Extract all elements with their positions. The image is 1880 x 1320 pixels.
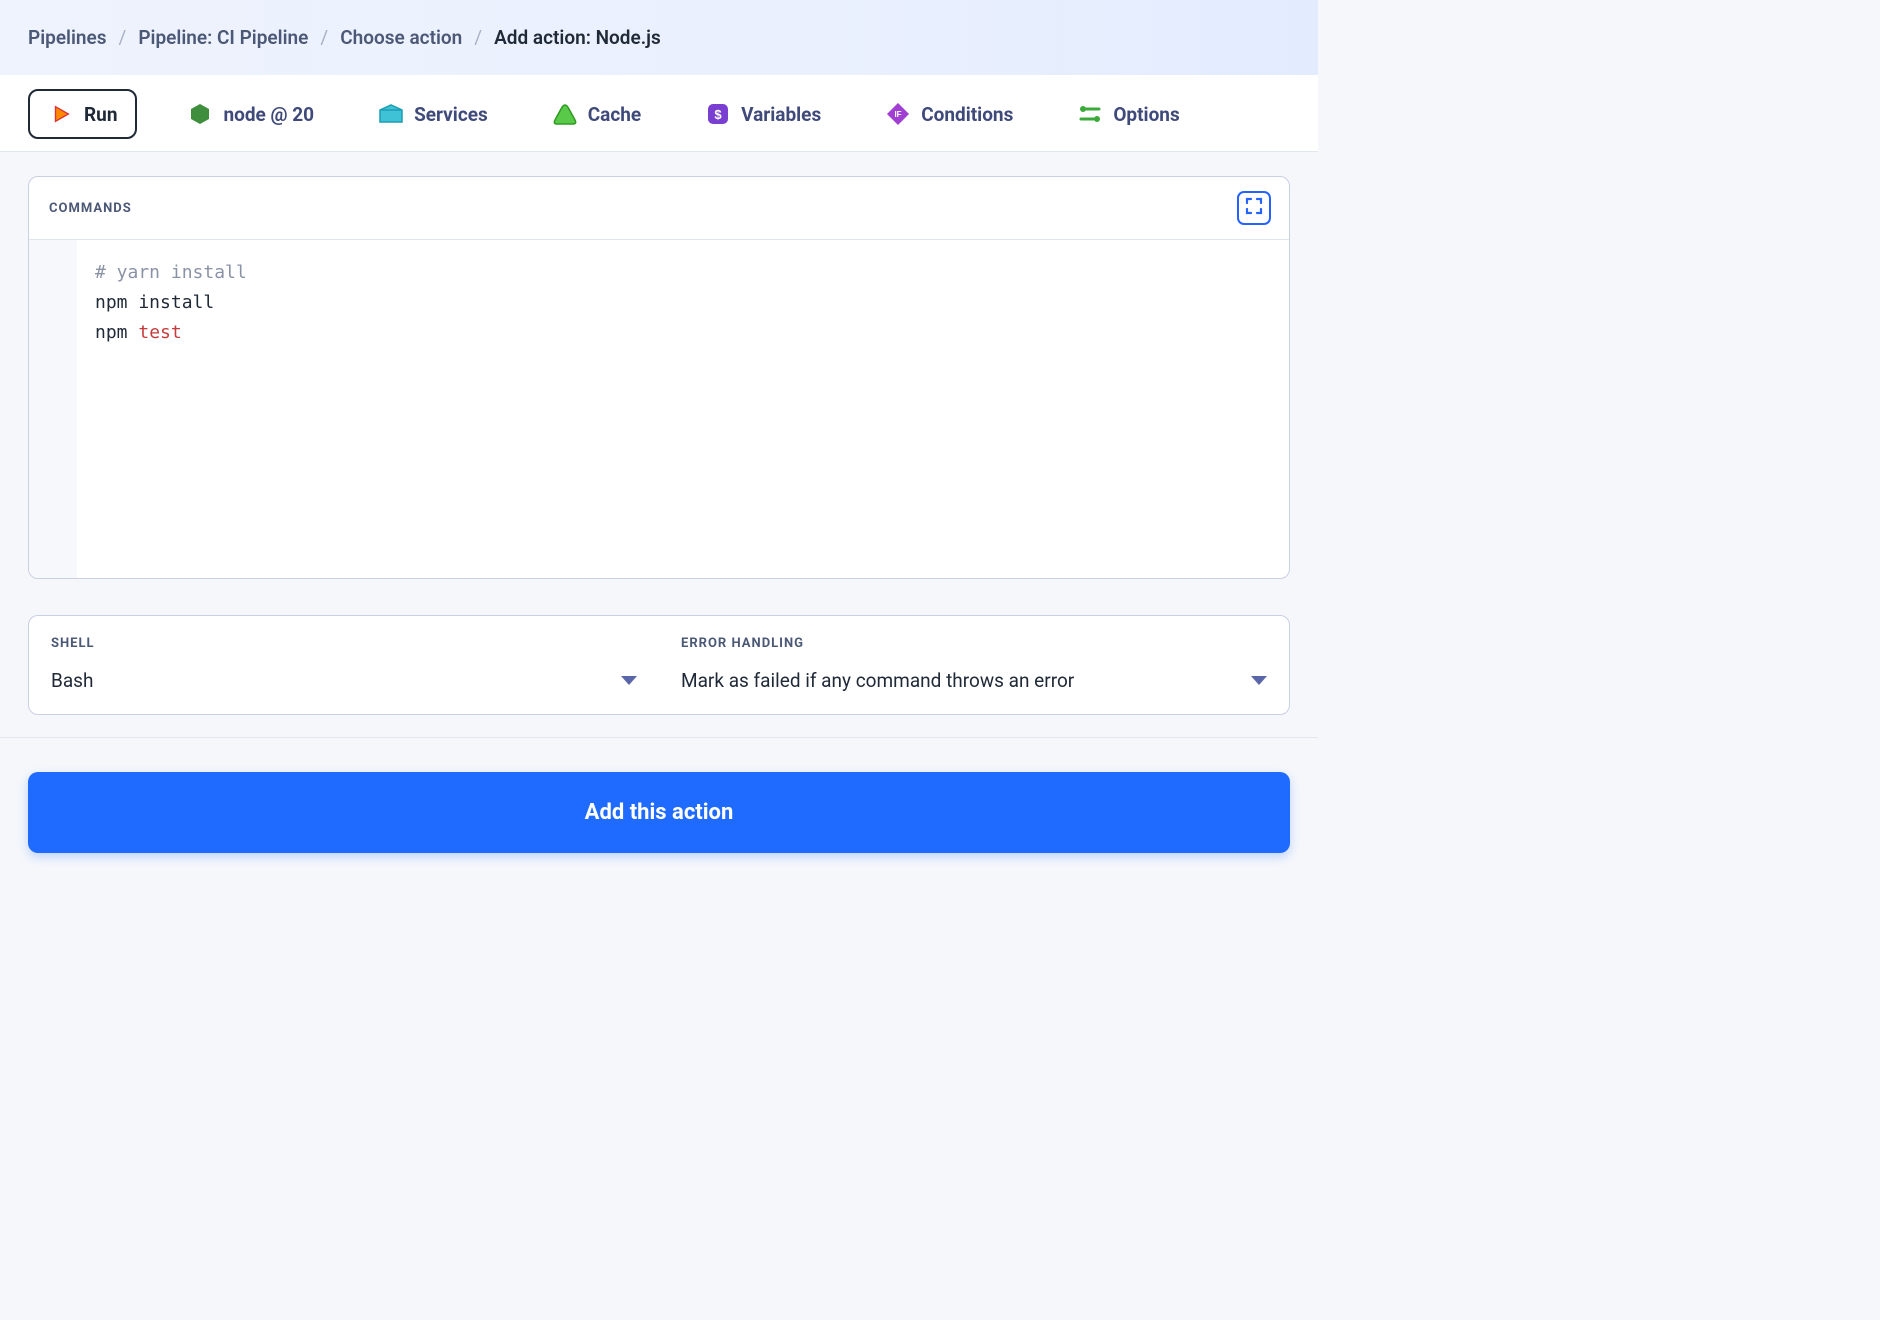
commands-header: COMMANDS	[29, 177, 1289, 240]
main-content: COMMANDS # yarn install npm install npm …	[0, 152, 1318, 715]
tab-services[interactable]: Services	[364, 91, 502, 137]
expand-icon	[1244, 196, 1264, 220]
sliders-icon	[1077, 101, 1103, 127]
hexagon-icon	[187, 101, 213, 127]
code-content: # yarn install npm install npm test	[77, 240, 265, 578]
code-line-2: npm install	[95, 292, 214, 313]
code-line-3a: npm	[95, 322, 138, 343]
commands-panel: COMMANDS # yarn install npm install npm …	[28, 176, 1290, 579]
diamond-if-icon: IF	[885, 101, 911, 127]
tab-conditions-label: Conditions	[921, 103, 1013, 126]
tab-run[interactable]: Run	[28, 89, 137, 139]
footer: Add this action	[0, 737, 1318, 887]
breadcrumb: Pipelines / Pipeline: CI Pipeline / Choo…	[0, 0, 1318, 75]
tab-options-label: Options	[1113, 103, 1179, 126]
editor-gutter	[29, 240, 77, 578]
box-icon	[378, 101, 404, 127]
tab-node[interactable]: node @ 20	[173, 91, 328, 137]
breadcrumb-pipelines[interactable]: Pipelines	[28, 26, 107, 49]
breadcrumb-current: Add action: Node.js	[494, 26, 661, 49]
play-icon	[48, 101, 74, 127]
settings-row: SHELL Bash ERROR HANDLING Mark as failed…	[28, 615, 1290, 715]
shell-label: SHELL	[51, 636, 637, 651]
code-editor[interactable]: # yarn install npm install npm test	[29, 240, 1289, 578]
tab-node-label: node @ 20	[223, 103, 314, 126]
chevron-down-icon	[1251, 676, 1267, 685]
chevron-down-icon	[621, 676, 637, 685]
tabs-bar: Run node @ 20 Services Cache $ Variables…	[0, 75, 1318, 152]
error-handling-label: ERROR HANDLING	[681, 636, 1267, 651]
breadcrumb-sep: /	[320, 26, 328, 49]
error-handling-value: Mark as failed if any command throws an …	[681, 669, 1074, 692]
tab-services-label: Services	[414, 103, 488, 126]
commands-label: COMMANDS	[49, 201, 132, 216]
error-handling-select[interactable]: Mark as failed if any command throws an …	[681, 669, 1267, 692]
shell-select[interactable]: Bash	[51, 669, 637, 692]
tab-cache-label: Cache	[588, 103, 641, 126]
tab-options[interactable]: Options	[1063, 91, 1193, 137]
tab-variables-label: Variables	[741, 103, 821, 126]
breadcrumb-pipeline[interactable]: Pipeline: CI Pipeline	[138, 26, 308, 49]
tab-cache[interactable]: Cache	[538, 91, 655, 137]
svg-text:IF: IF	[895, 110, 902, 119]
tab-variables[interactable]: $ Variables	[691, 91, 835, 137]
svg-text:$: $	[715, 107, 723, 122]
add-action-button[interactable]: Add this action	[28, 772, 1290, 853]
error-handling-cell: ERROR HANDLING Mark as failed if any com…	[659, 616, 1289, 714]
shell-value: Bash	[51, 669, 93, 692]
tab-run-label: Run	[84, 103, 117, 126]
code-line-1: # yarn install	[95, 262, 247, 283]
tab-conditions[interactable]: IF Conditions	[871, 91, 1027, 137]
breadcrumb-sep: /	[474, 26, 482, 49]
dollar-square-icon: $	[705, 101, 731, 127]
breadcrumb-choose-action[interactable]: Choose action	[340, 26, 462, 49]
shell-cell: SHELL Bash	[29, 616, 659, 714]
triangle-icon	[552, 101, 578, 127]
expand-button[interactable]	[1237, 191, 1271, 225]
breadcrumb-sep: /	[119, 26, 127, 49]
code-line-3b: test	[138, 322, 181, 343]
